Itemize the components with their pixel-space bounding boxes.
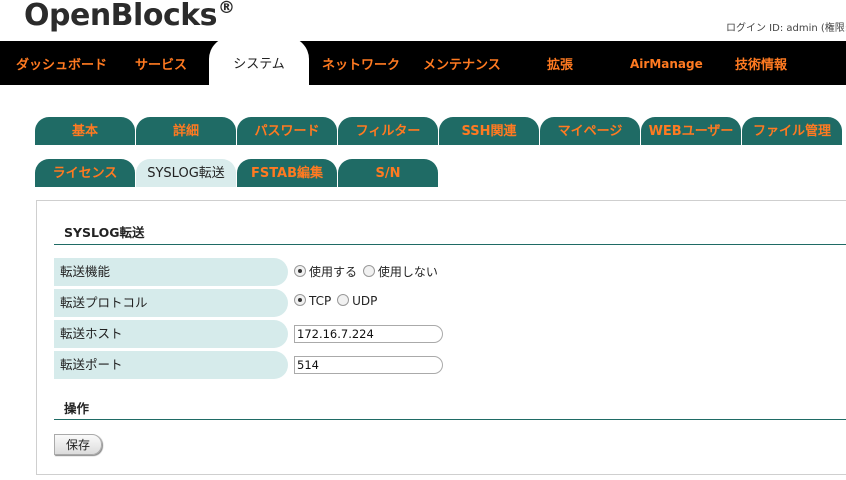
subtab-license[interactable]: ライセンス: [35, 159, 135, 187]
nav-tab-services[interactable]: サービス: [135, 41, 187, 85]
transfer-function-options: 使用する 使用しない: [294, 263, 438, 280]
transfer-enabled-label[interactable]: 使用する: [309, 265, 357, 279]
nav-tab-network[interactable]: ネットワーク: [322, 41, 400, 85]
subtab-fstab-edit[interactable]: FSTAB編集: [237, 159, 337, 187]
nav-tab-tech-info[interactable]: 技術情報: [735, 41, 787, 85]
nav-tab-maintenance[interactable]: メンテナンス: [423, 41, 501, 85]
subtab-syslog-forwarding[interactable]: SYSLOG転送: [136, 159, 236, 187]
nav-tab-dashboard[interactable]: ダッシュボード: [16, 41, 107, 85]
subtab-basic[interactable]: 基本: [35, 117, 135, 145]
login-info: ログイン ID: admin (権限: ...: [726, 23, 846, 34]
transfer-function-label: 転送機能: [54, 258, 288, 286]
operation-divider: [54, 419, 846, 420]
nav-tab-airmanage[interactable]: AirManage: [630, 41, 703, 85]
openblocks-logo: OpenBlocks®: [24, 0, 235, 33]
protocol-tcp-label[interactable]: TCP: [309, 294, 331, 308]
port-label: 転送ポート: [54, 351, 288, 379]
subtab-password[interactable]: パスワード: [237, 117, 337, 145]
host-label: 転送ホスト: [54, 320, 288, 348]
subtab-ssh[interactable]: SSH関連: [439, 117, 539, 145]
transfer-disabled-label[interactable]: 使用しない: [378, 265, 438, 279]
protocol-options: TCP UDP: [294, 294, 377, 308]
section-title: SYSLOG転送: [64, 225, 145, 240]
save-button[interactable]: 保存: [54, 434, 102, 455]
protocol-tcp-radio[interactable]: [294, 294, 306, 306]
port-input[interactable]: [294, 356, 443, 374]
section-divider: [54, 244, 846, 245]
main-navigation: ダッシュボード サービス システム ネットワーク メンテナンス 拡張 AirMa…: [0, 37, 846, 85]
transfer-disabled-radio[interactable]: [362, 265, 375, 277]
subtab-filter[interactable]: フィルター: [338, 117, 438, 145]
protocol-udp-label[interactable]: UDP: [352, 294, 377, 308]
page: OpenBlocks® ログイン ID: admin (権限: ... ダッシュ…: [0, 0, 846, 480]
operation-title: 操作: [64, 401, 90, 416]
host-input[interactable]: [294, 325, 443, 343]
transfer-enabled-radio[interactable]: [294, 265, 306, 277]
subtab-details[interactable]: 詳細: [136, 117, 236, 145]
subtab-serial-number[interactable]: S/N: [338, 159, 438, 187]
protocol-label: 転送プロトコル: [54, 289, 288, 317]
subtab-web-users[interactable]: WEBユーザー: [641, 117, 741, 145]
subtab-mypage[interactable]: マイページ: [540, 117, 640, 145]
protocol-udp-radio[interactable]: [337, 294, 350, 306]
nav-tab-extensions[interactable]: 拡張: [547, 41, 573, 85]
nav-tab-system[interactable]: システム: [209, 37, 309, 85]
subtab-file-management[interactable]: ファイル管理: [742, 117, 842, 145]
